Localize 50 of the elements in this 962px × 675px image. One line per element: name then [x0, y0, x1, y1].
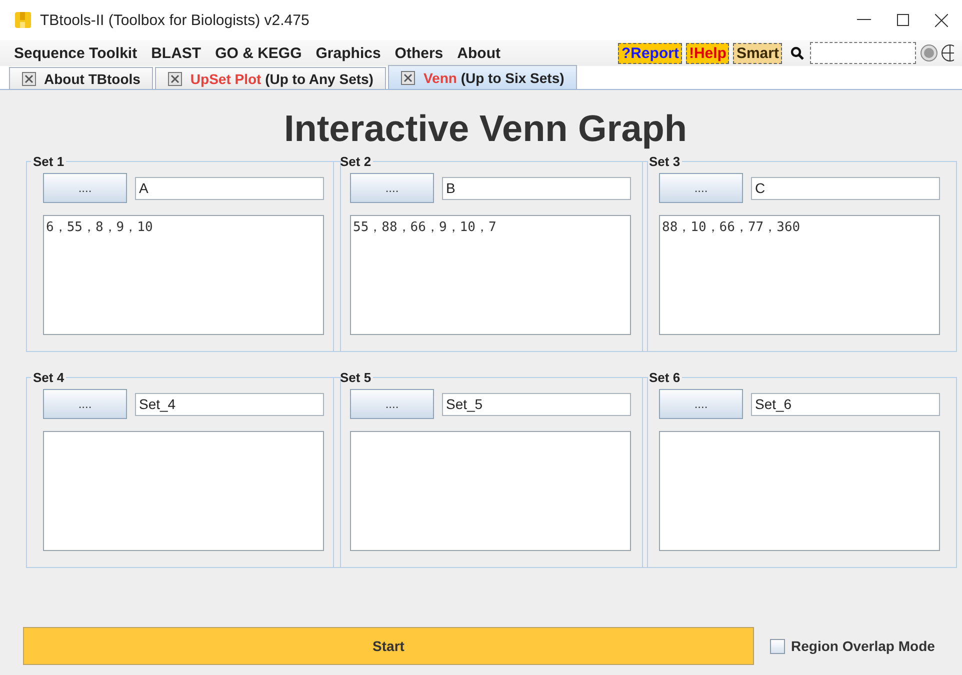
- close-icon[interactable]: [401, 70, 416, 84]
- set-items-field[interactable]: 88，10，66，77，360: [659, 215, 940, 335]
- set-items-field[interactable]: 6，55，8，9，10: [43, 215, 324, 335]
- tab[interactable]: About TBtools: [9, 67, 154, 89]
- set-name-field[interactable]: C: [751, 176, 940, 200]
- page-heading: Interactive Venn Graph: [282, 108, 688, 150]
- set-title: Set 2: [339, 154, 372, 169]
- menu-item[interactable]: Others: [394, 44, 444, 62]
- set-items-field[interactable]: 55，88，66，9，10，7: [350, 215, 631, 335]
- tab[interactable]: Venn (Up to Six Sets): [388, 65, 578, 89]
- set-name-field[interactable]: B: [442, 176, 631, 200]
- window-title: TBtools-II (Toolbox for Biologists) v2.475: [40, 12, 310, 28]
- radio-icon[interactable]: [920, 44, 938, 62]
- browse-button[interactable]: ....: [43, 389, 127, 419]
- close-icon[interactable]: [935, 14, 948, 26]
- checkbox[interactable]: [770, 638, 785, 654]
- set-title: Set 3: [648, 154, 682, 169]
- set-title: Set 4: [32, 370, 66, 385]
- close-icon[interactable]: [168, 72, 182, 86]
- set-items-field[interactable]: [659, 431, 940, 551]
- maximize-icon[interactable]: [897, 14, 909, 26]
- tab[interactable]: UpSet Plot (Up to Any Sets): [155, 67, 386, 89]
- menu-item[interactable]: Graphics: [316, 44, 381, 62]
- start-button[interactable]: Start: [23, 627, 754, 665]
- close-icon[interactable]: [22, 72, 36, 86]
- search-icon[interactable]: [790, 46, 804, 60]
- app-logo-icon: [14, 11, 32, 29]
- set-name-field[interactable]: Set_5: [442, 392, 631, 416]
- set-name-field[interactable]: Set_6: [751, 392, 940, 416]
- set-title: Set 1: [32, 154, 66, 169]
- toolbar-button[interactable]: ?Report: [618, 42, 682, 64]
- browse-button[interactable]: ....: [350, 173, 434, 203]
- set-items-field[interactable]: [43, 431, 324, 551]
- checkbox-label: Region Overlap Mode: [791, 638, 935, 654]
- menu-item[interactable]: BLAST: [151, 44, 202, 62]
- browse-button[interactable]: ....: [659, 389, 743, 419]
- set-name-field[interactable]: Set_4: [135, 392, 324, 416]
- minimize-icon[interactable]: [857, 19, 871, 21]
- set-title: Set 6: [648, 370, 682, 385]
- menu-item[interactable]: GO & KEGG: [215, 44, 302, 62]
- set-items-field[interactable]: [350, 431, 631, 551]
- set-title: Set 5: [339, 370, 372, 385]
- browse-button[interactable]: ....: [350, 389, 434, 419]
- menu-item[interactable]: About: [457, 44, 500, 62]
- toolbar-button[interactable]: Smart: [733, 42, 782, 64]
- browse-button[interactable]: ....: [659, 173, 743, 203]
- menu-item[interactable]: Sequence Toolkit: [14, 44, 138, 62]
- search-field[interactable]: [810, 42, 916, 64]
- set-name-field[interactable]: A: [135, 176, 324, 200]
- browse-button[interactable]: ....: [43, 173, 127, 203]
